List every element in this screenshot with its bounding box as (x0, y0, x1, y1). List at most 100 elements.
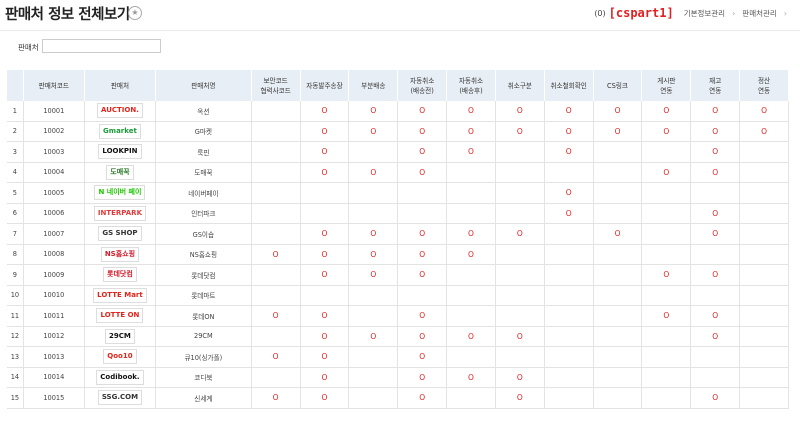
seller-logo-cell: LOOKPIN (84, 141, 157, 163)
feature-flag: O (495, 387, 545, 409)
seller-code: 10005 (23, 182, 85, 204)
table-row[interactable]: 3 10003 LOOKPIN 룩핀 O O O O O (7, 141, 789, 163)
feature-flag: O (593, 121, 643, 142)
table-row[interactable]: 7 10007 GS SHOP GS이숍 O O O O O O O (7, 223, 789, 245)
feature-flag: O (690, 387, 741, 409)
table-row[interactable]: 10 10010 LOTTE Mart 롯데마트 (7, 285, 789, 306)
feature-flag (544, 367, 594, 388)
seller-name: G마켓 (155, 121, 252, 142)
feature-flag (641, 244, 692, 265)
seller-search-input[interactable] (42, 39, 161, 53)
seller-name: 롯데ON (155, 305, 252, 327)
feature-flag (544, 346, 594, 368)
feature-flag (739, 387, 789, 409)
feature-flag: O (641, 305, 692, 327)
feature-flag (641, 346, 692, 368)
feature-flag (495, 305, 545, 327)
feature-flag (348, 305, 399, 327)
column-header[interactable]: 판매처 (84, 70, 157, 101)
feature-flag (544, 244, 594, 265)
seller-logo-cell: 도매꾹 (84, 162, 157, 183)
column-header[interactable]: 재고 연동 (690, 70, 741, 101)
feature-flag: O (251, 305, 301, 327)
feature-flag (641, 182, 692, 204)
table-row[interactable]: 12 10012 29CM 29CM O O O O O O (7, 326, 789, 347)
feature-flag (251, 367, 301, 388)
row-number: 14 (7, 367, 24, 388)
table-row[interactable]: 1 10001 AUCTION. 옥션 O O O O O O O O O O (7, 101, 789, 122)
feature-flag (739, 305, 789, 327)
column-header[interactable]: 보안코드 협력사코드 (251, 70, 301, 101)
feature-flag (495, 182, 545, 204)
chevron-right-icon: › (732, 8, 736, 18)
feature-flag: O (690, 101, 741, 122)
column-header[interactable]: 자동취소 (배송후) (446, 70, 496, 101)
feature-flag: O (690, 203, 741, 224)
seller-logo: LOOKPIN (98, 144, 142, 160)
column-header[interactable]: 정산 연동 (739, 70, 789, 101)
column-header[interactable]: CS링크 (593, 70, 643, 101)
feature-flag (593, 264, 643, 286)
column-header[interactable]: 자동발주송장 (300, 70, 350, 101)
table-row[interactable]: 5 10005 N 네이버 페이 네이버페이 O (7, 182, 789, 204)
feature-flag (739, 244, 789, 265)
column-header[interactable]: 판매처명 (155, 70, 252, 101)
seller-code: 10003 (23, 141, 85, 163)
seller-logo: Qoo10 (103, 349, 137, 365)
feature-flag: O (641, 162, 692, 183)
table-row[interactable]: 2 10002 Gmarket G마켓 O O O O O O O O O O (7, 121, 789, 142)
breadcrumb-item[interactable]: 판매처관리 (742, 8, 777, 19)
seller-logo: INTERPARK (93, 205, 146, 221)
feature-flag (446, 264, 496, 286)
table-row[interactable]: 6 10006 INTERPARK 인터파크 O O (7, 203, 789, 224)
feature-flag (593, 305, 643, 327)
seller-logo-cell: LOTTE ON (84, 305, 157, 327)
seller-logo-cell: Qoo10 (84, 346, 157, 368)
chevron-right-icon: › (783, 8, 787, 18)
table-row[interactable]: 13 10013 Qoo10 큐10(싱가폴) O O O (7, 346, 789, 368)
column-header[interactable]: 취소철회확인 (544, 70, 594, 101)
seller-table-wrap: 판매처코드 판매처 판매처명 보안코드 협력사코드 자동발주송장 부분배송 자동취소 (배송전)… (7, 70, 800, 409)
column-header[interactable]: 판매처코드 (23, 70, 85, 101)
seller-code: 10009 (23, 264, 85, 286)
table-row[interactable]: 14 10014 Codibook. 코디북 O O O O (7, 367, 789, 388)
column-header[interactable]: 자동취소 (배송전) (397, 70, 448, 101)
seller-name: 네이버페이 (155, 182, 252, 204)
seller-logo-cell: Codibook. (84, 367, 157, 388)
breadcrumb-item[interactable]: 기본정보관리 (684, 8, 725, 19)
table-row[interactable]: 8 10008 NS홈쇼핑 NS홈쇼핑 O O O O O (7, 244, 789, 265)
table-row[interactable]: 9 10009 롯데닷컴 롯데닷컴 O O O O O (7, 264, 789, 286)
feature-flag (348, 141, 399, 163)
feature-flag: O (348, 326, 399, 347)
row-number: 5 (7, 182, 24, 204)
feature-flag: O (348, 162, 399, 183)
feature-flag (641, 223, 692, 245)
table-row[interactable]: 4 10004 도매꾹 도매꾹 O O O O O (7, 162, 789, 183)
feature-flag (251, 162, 301, 183)
star-icon[interactable]: ★ (128, 6, 142, 20)
feature-flag (641, 326, 692, 347)
row-number: 3 (7, 141, 24, 163)
column-header[interactable] (7, 70, 24, 101)
table-row[interactable]: 11 10011 LOTTE ON 롯데ON O O O O O (7, 305, 789, 327)
column-header[interactable]: 부분배송 (348, 70, 399, 101)
feature-flag (348, 387, 399, 409)
seller-logo: AUCTION. (97, 103, 143, 119)
feature-flag (739, 285, 789, 306)
table-header-row: 판매처코드 판매처 판매처명 보안코드 협력사코드 자동발주송장 부분배송 자동취소 (배송전)… (7, 70, 789, 101)
feature-flag: O (348, 223, 399, 245)
feature-flag (593, 203, 643, 224)
feature-flag (690, 182, 741, 204)
feature-flag (397, 203, 448, 224)
column-header[interactable]: 게시판 연동 (641, 70, 692, 101)
seller-code: 10004 (23, 162, 85, 183)
feature-flag: O (739, 121, 789, 142)
column-header[interactable]: 취소구분 (495, 70, 545, 101)
feature-flag (641, 387, 692, 409)
table-row[interactable]: 15 10015 SSG.COM 신세계 O O O O O (7, 387, 789, 409)
row-number: 2 (7, 121, 24, 142)
notification-count[interactable]: (0) (594, 9, 605, 18)
user-id[interactable]: [cspart1] (609, 6, 674, 20)
seller-code: 10010 (23, 285, 85, 306)
feature-flag: O (300, 305, 350, 327)
